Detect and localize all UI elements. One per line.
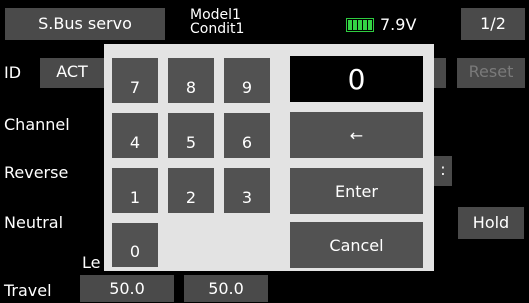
- cancel-button[interactable]: Cancel: [290, 222, 423, 268]
- hold-button[interactable]: Hold: [458, 207, 524, 239]
- travel-left-value[interactable]: 50.0: [80, 275, 174, 302]
- model-name: Model1 Condit1: [190, 8, 244, 36]
- act-button[interactable]: ACT: [40, 58, 104, 88]
- id-label: ID: [4, 63, 22, 82]
- key-5-label: 5: [185, 133, 197, 152]
- key-2-label: 2: [185, 188, 197, 207]
- hold-button-label: Hold: [472, 213, 510, 232]
- battery-indicator: 7.9V: [346, 15, 416, 34]
- reverse-button[interactable]: :: [434, 156, 452, 186]
- key-2[interactable]: 2: [168, 168, 214, 213]
- page-indicator-button[interactable]: 1/2: [461, 8, 525, 40]
- key-8-label: 8: [185, 78, 197, 97]
- act-button-label: ACT: [56, 62, 88, 81]
- backspace-button[interactable]: ←: [290, 112, 423, 158]
- travel-right-value[interactable]: 50.0: [184, 275, 268, 302]
- battery-voltage: 7.9V: [380, 15, 417, 34]
- numeric-keypad-dialog: 7 8 9 4 5 6 1 2 3 0 0 ← Enter Cancel: [104, 44, 434, 271]
- key-3[interactable]: 3: [224, 168, 270, 213]
- travel-label: Travel: [4, 281, 52, 300]
- reverse-label: Reverse: [4, 163, 69, 182]
- key-9[interactable]: 9: [224, 58, 270, 103]
- sbus-servo-title-label: S.Bus servo: [38, 14, 132, 33]
- channel-label: Channel: [4, 115, 70, 134]
- reset-button-label: Reset: [468, 62, 514, 81]
- key-7-label: 7: [129, 78, 141, 97]
- enter-button-label: Enter: [335, 181, 378, 201]
- key-3-label: 3: [241, 188, 253, 207]
- travel-right-value-text: 50.0: [208, 279, 244, 298]
- key-0[interactable]: 0: [112, 223, 158, 267]
- covered-field: [434, 58, 446, 88]
- key-6-label: 6: [241, 133, 253, 152]
- reverse-button-fragment: :: [440, 160, 446, 179]
- key-9-label: 9: [241, 78, 253, 97]
- model-name-line1: Model1: [190, 7, 241, 23]
- backspace-arrow-icon: ←: [349, 125, 364, 145]
- value-display-text: 0: [347, 62, 366, 96]
- neutral-label: Neutral: [4, 213, 64, 232]
- key-8[interactable]: 8: [168, 58, 214, 103]
- reset-button[interactable]: Reset: [457, 58, 525, 88]
- key-6[interactable]: 6: [224, 113, 270, 158]
- left-label-fragment: Le: [82, 253, 101, 272]
- key-4[interactable]: 4: [112, 113, 158, 158]
- key-0-label: 0: [129, 242, 141, 261]
- page-indicator-label: 1/2: [480, 14, 506, 33]
- key-7[interactable]: 7: [112, 58, 158, 103]
- key-5[interactable]: 5: [168, 113, 214, 158]
- key-4-label: 4: [129, 133, 141, 152]
- enter-button[interactable]: Enter: [290, 168, 423, 214]
- model-name-line2: Condit1: [190, 21, 245, 37]
- value-display: 0: [290, 56, 423, 102]
- key-1-label: 1: [129, 188, 141, 207]
- key-1[interactable]: 1: [112, 168, 158, 213]
- travel-left-value-text: 50.0: [109, 279, 145, 298]
- cancel-button-label: Cancel: [329, 235, 384, 255]
- sbus-servo-title-button[interactable]: S.Bus servo: [5, 8, 165, 40]
- battery-icon: [346, 17, 374, 32]
